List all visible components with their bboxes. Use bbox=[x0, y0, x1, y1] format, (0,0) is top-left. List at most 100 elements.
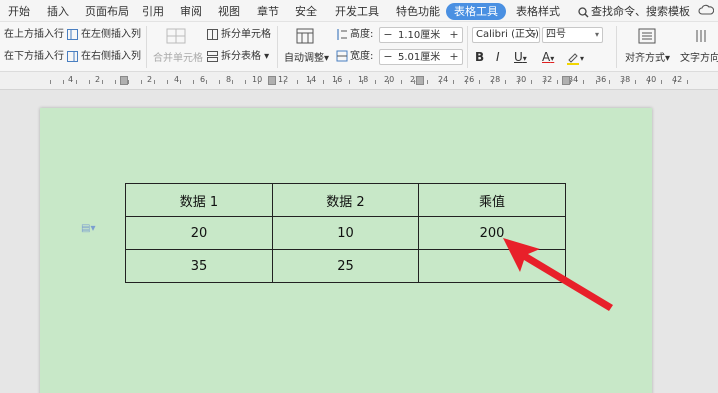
italic-button[interactable]: I bbox=[496, 49, 500, 65]
menu-dev-tools[interactable]: 开发工具 bbox=[335, 3, 379, 20]
font-color-button[interactable]: A▾ bbox=[542, 49, 554, 67]
ruler-tick bbox=[583, 80, 584, 84]
menu-start[interactable]: 开始 bbox=[8, 3, 30, 20]
decrement-height-button[interactable]: − bbox=[381, 28, 395, 42]
auto-fit-button[interactable]: 自动调整▾ bbox=[284, 52, 329, 66]
search-icon bbox=[578, 6, 589, 17]
ruler-tick bbox=[505, 80, 506, 84]
menu-review[interactable]: 审阅 bbox=[180, 3, 202, 20]
col-width-icon bbox=[336, 50, 348, 62]
column-boundary-marker[interactable] bbox=[562, 76, 570, 85]
ruler-tick bbox=[128, 80, 129, 84]
increment-width-button[interactable]: + bbox=[447, 50, 461, 64]
increment-height-button[interactable]: + bbox=[447, 28, 461, 42]
chevron-down-icon: ▾ bbox=[531, 30, 536, 39]
menu-insert[interactable]: 插入 bbox=[47, 3, 69, 20]
ruler-tick bbox=[323, 80, 324, 84]
ruler-tick bbox=[297, 80, 298, 84]
ruler-tick bbox=[89, 80, 90, 84]
highlighter-icon bbox=[567, 52, 579, 65]
underline-button[interactable]: U▾ bbox=[514, 49, 527, 67]
ruler-tick bbox=[258, 80, 259, 84]
ruler-number: 36 bbox=[596, 75, 607, 84]
table-header-cell[interactable]: 数据 2 bbox=[272, 183, 419, 217]
table-cell[interactable]: 35 bbox=[125, 249, 273, 283]
ruler-tick bbox=[466, 80, 467, 84]
merge-cells-button[interactable]: 合并单元格 bbox=[153, 52, 203, 66]
height-label: 高度: bbox=[350, 29, 374, 40]
col-width-stepper[interactable]: − 5.01厘米 + bbox=[379, 49, 463, 65]
ruler-number: 2 bbox=[95, 75, 101, 84]
table-cell[interactable]: 20 bbox=[125, 216, 273, 250]
highlight-button[interactable]: ▾ bbox=[566, 49, 584, 67]
menu-table-style[interactable]: 表格样式 bbox=[516, 3, 560, 20]
text-direction-button[interactable]: 文字方向 bbox=[680, 52, 718, 66]
ruler-tick bbox=[661, 80, 662, 84]
ruler-tick bbox=[518, 80, 519, 84]
chevron-down-icon: ▾ bbox=[665, 53, 671, 64]
column-boundary-marker[interactable] bbox=[268, 76, 276, 85]
ruler-tick bbox=[388, 80, 389, 84]
row-height-stepper[interactable]: − 1.10厘米 + bbox=[379, 27, 463, 43]
split-cells-button[interactable]: 拆分单元格 bbox=[207, 28, 271, 42]
insert-col-right-icon bbox=[67, 50, 78, 62]
ruler-tick bbox=[557, 80, 558, 84]
insert-col-left-button[interactable]: 在左侧插入列 bbox=[67, 28, 141, 42]
ruler-tick bbox=[479, 80, 480, 84]
menu-security[interactable]: 安全 bbox=[295, 3, 317, 20]
cloud-icon[interactable] bbox=[698, 4, 714, 16]
font-name-select[interactable]: Calibri (正文) ▾ bbox=[472, 27, 540, 43]
align-icon bbox=[638, 28, 656, 44]
table-header-cell[interactable]: 数据 1 bbox=[125, 183, 273, 217]
paragraph-marker-icon[interactable]: ▤▾ bbox=[81, 223, 95, 234]
bold-button[interactable]: B bbox=[475, 49, 484, 65]
ruler-tick bbox=[115, 80, 116, 84]
split-table-button[interactable]: 拆分表格 ▾ bbox=[207, 50, 269, 64]
menu-page-layout[interactable]: 页面布局 bbox=[85, 3, 129, 20]
insert-col-right-button[interactable]: 在右侧插入列 bbox=[67, 50, 141, 64]
horizontal-ruler[interactable]: 4224681012141618202224262830323436384042 bbox=[0, 72, 718, 90]
ruler-number: 16 bbox=[332, 75, 343, 84]
ruler-tick bbox=[193, 80, 194, 84]
insert-col-left-icon bbox=[67, 28, 78, 40]
column-boundary-marker[interactable] bbox=[416, 76, 424, 85]
insert-row-above-button[interactable]: 在上方插入行 bbox=[4, 28, 64, 42]
command-search[interactable]: 查找命令、搜索模板 bbox=[578, 3, 690, 20]
menu-table-tools[interactable]: 表格工具 bbox=[446, 3, 506, 20]
decrement-width-button[interactable]: − bbox=[381, 50, 395, 64]
document-canvas: ▤▾ 数据 1 数据 2 乘值 20 10 200 35 25 bbox=[0, 90, 718, 393]
ruler-tick bbox=[687, 80, 688, 84]
font-size-select[interactable]: 四号 ▾ bbox=[542, 27, 603, 43]
document-page[interactable]: ▤▾ 数据 1 数据 2 乘值 20 10 200 35 25 bbox=[40, 108, 652, 393]
menu-reference[interactable]: 引用 bbox=[142, 3, 164, 20]
table-header-cell[interactable]: 乘值 bbox=[418, 183, 566, 217]
align-button[interactable]: 对齐方式▾ bbox=[625, 52, 670, 66]
split-cells-icon bbox=[207, 28, 218, 40]
ruler-tick bbox=[609, 80, 610, 84]
menu-chapter[interactable]: 章节 bbox=[257, 3, 279, 20]
ruler-tick bbox=[154, 80, 155, 84]
ruler-tick bbox=[206, 80, 207, 84]
split-table-icon bbox=[207, 50, 218, 62]
ruler-tick bbox=[141, 80, 142, 84]
ruler-tick bbox=[531, 80, 532, 84]
menu-special[interactable]: 特色功能 bbox=[396, 3, 440, 20]
table-cell[interactable]: 200 bbox=[418, 216, 566, 250]
data-table[interactable]: 数据 1 数据 2 乘值 20 10 200 35 25 bbox=[125, 183, 566, 283]
table-cell[interactable] bbox=[418, 249, 566, 283]
table-cell[interactable]: 10 bbox=[272, 216, 419, 250]
table-row: 20 10 200 bbox=[125, 216, 566, 250]
ruler-number: 2 bbox=[147, 75, 153, 84]
separator bbox=[146, 26, 147, 68]
insert-row-below-button[interactable]: 在下方插入行 bbox=[4, 50, 64, 64]
ruler-tick bbox=[375, 80, 376, 84]
ruler-number: 4 bbox=[174, 75, 180, 84]
table-cell[interactable]: 25 bbox=[272, 249, 419, 283]
chevron-down-icon: ▾ bbox=[580, 54, 585, 63]
row-height-value: 1.10厘米 bbox=[398, 30, 441, 41]
column-boundary-marker[interactable] bbox=[120, 76, 128, 85]
menu-view[interactable]: 视图 bbox=[218, 3, 240, 20]
ruler-tick bbox=[232, 80, 233, 84]
ruler-tick bbox=[414, 80, 415, 84]
ruler-tick bbox=[622, 80, 623, 84]
